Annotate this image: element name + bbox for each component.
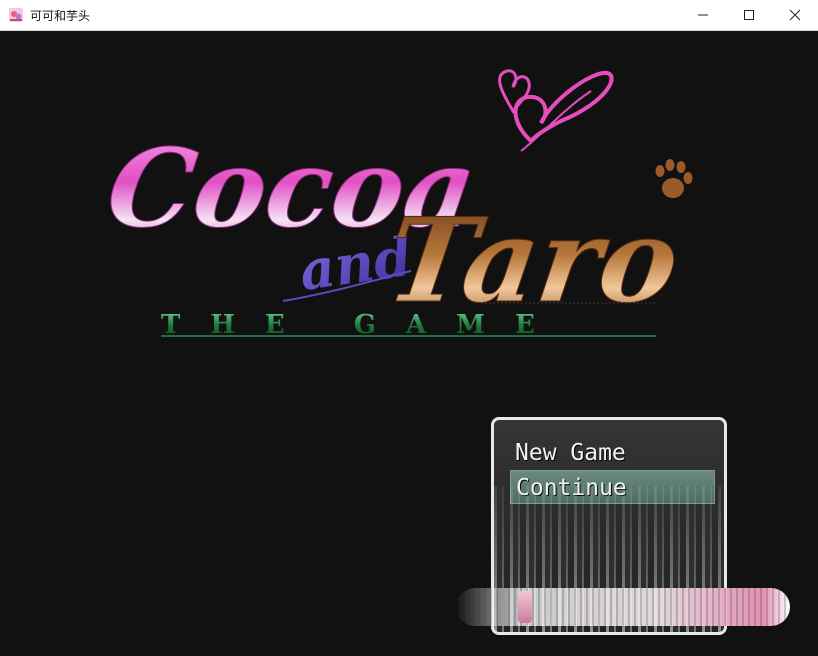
- game-screen: Cocoa and Taro THE GAME New Game Continu…: [1, 31, 817, 655]
- close-button[interactable]: [772, 0, 818, 30]
- heart-small-icon: [498, 69, 531, 114]
- game-window: 可可和芋头 Cocoa and Taro THE GAME New Game C…: [0, 0, 818, 656]
- maximize-icon: [744, 10, 754, 20]
- close-icon: [789, 9, 801, 21]
- maximize-button[interactable]: [726, 0, 772, 30]
- paw-print-icon: [655, 159, 693, 198]
- menu-item-options[interactable]: [510, 504, 715, 538]
- minimize-icon: [698, 14, 708, 16]
- window-controls: [680, 0, 818, 30]
- title-logo: Cocoa and Taro THE GAME: [99, 69, 693, 340]
- menu-item-new-game[interactable]: New Game: [510, 436, 715, 470]
- bar-knob: [518, 591, 532, 623]
- title-bar[interactable]: 可可和芋头: [0, 0, 818, 31]
- glitch-stripes: [456, 588, 790, 626]
- logo-word-taro: Taro: [379, 194, 687, 329]
- app-icon: [8, 7, 24, 23]
- menu-item-continue[interactable]: Continue: [510, 470, 715, 504]
- minimize-button[interactable]: [680, 0, 726, 30]
- window-title: 可可和芋头: [30, 8, 91, 23]
- glitched-bar: [456, 588, 790, 626]
